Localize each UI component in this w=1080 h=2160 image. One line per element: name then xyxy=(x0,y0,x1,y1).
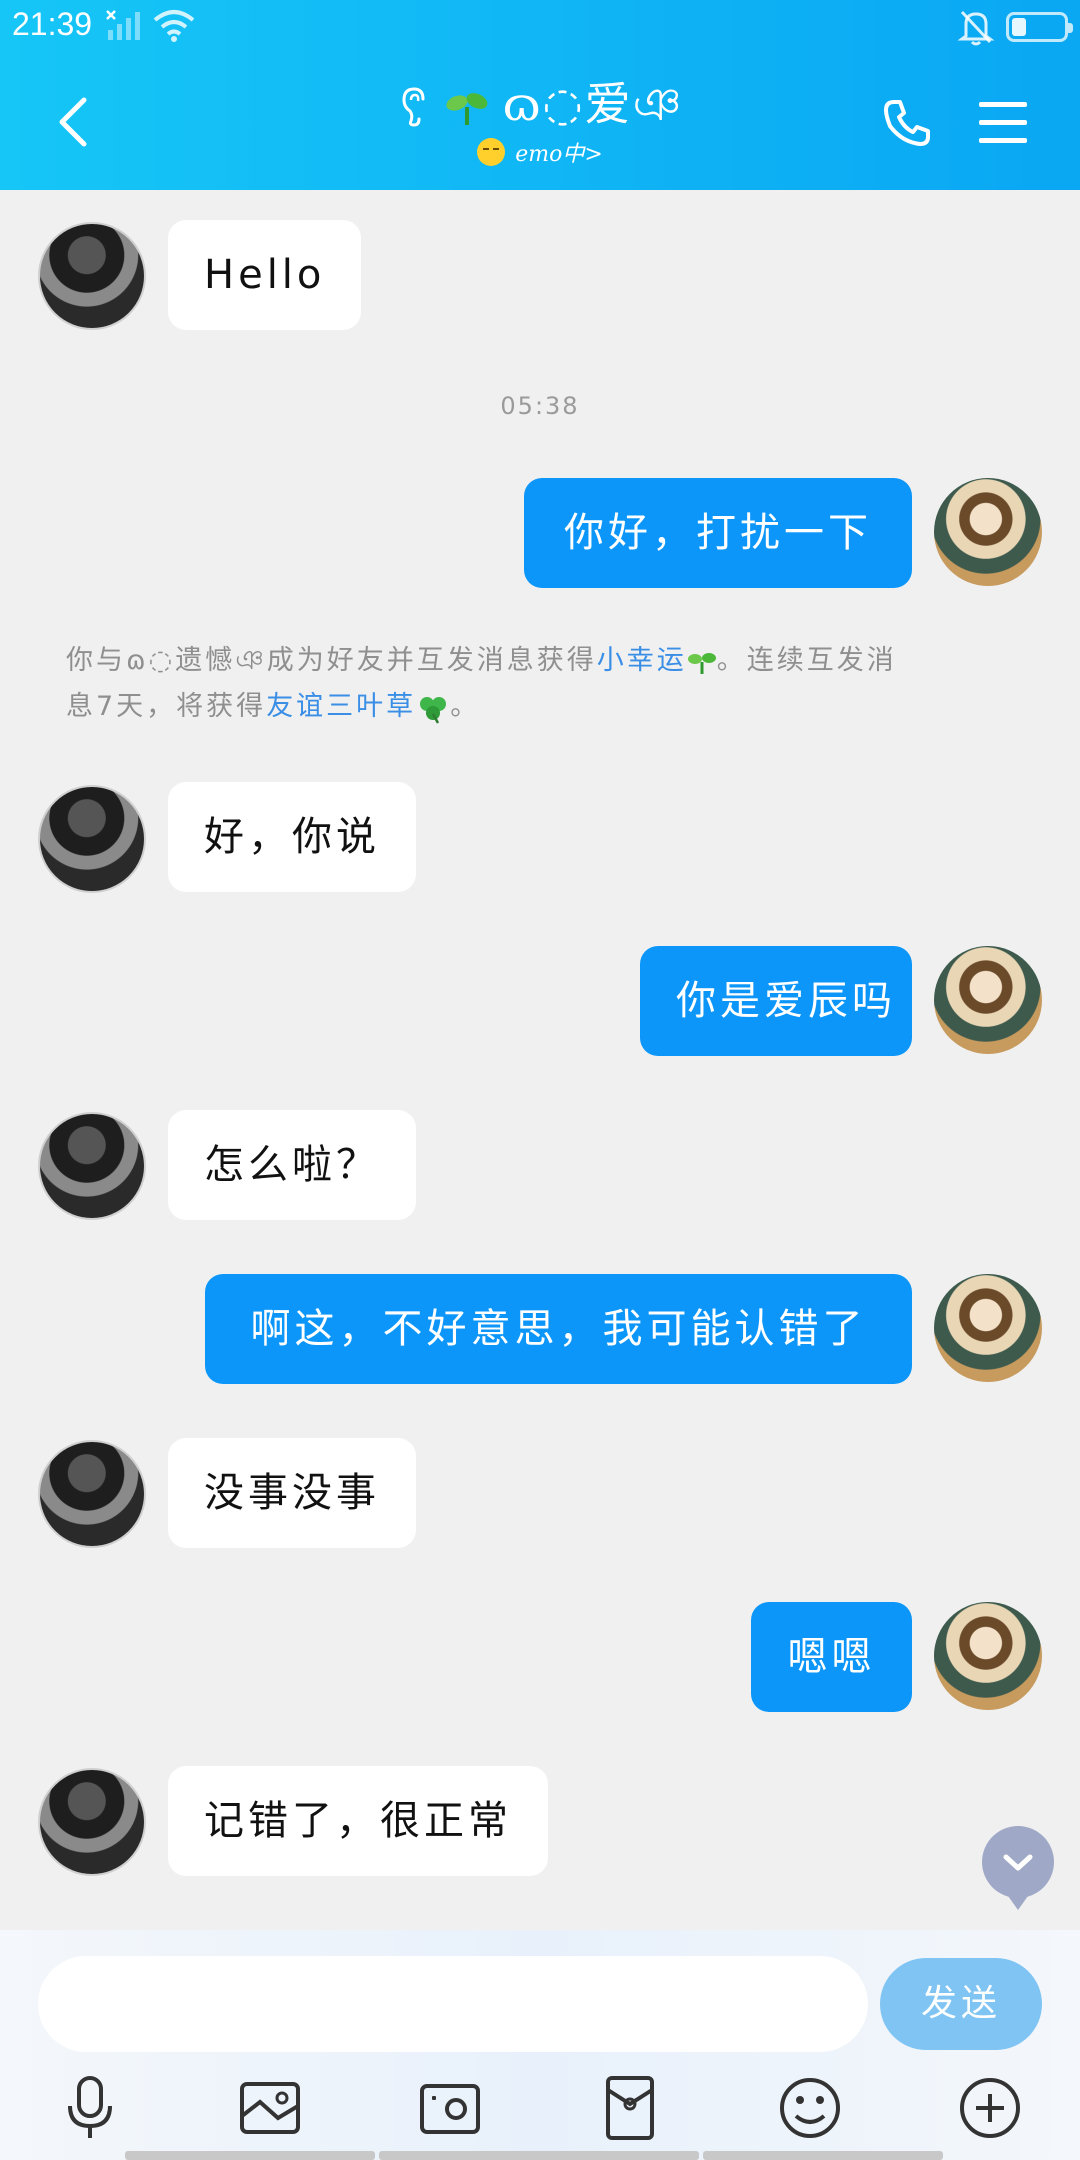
message-timestamp: 05:38 xyxy=(500,392,580,420)
friend-avatar[interactable] xyxy=(38,1440,146,1548)
outgoing-message[interactable]: 嗯嗯 xyxy=(751,1602,912,1712)
clover-link[interactable]: 友谊三叶草 xyxy=(266,691,416,722)
note-text: 成为好友并互发消息获得 xyxy=(266,645,597,676)
red-packet-icon[interactable] xyxy=(594,2072,666,2144)
toolbar-page-indicator xyxy=(125,2151,943,2160)
note-text: 。连续互发消 xyxy=(716,645,897,676)
incoming-message[interactable]: Hello xyxy=(168,220,362,330)
friend-avatar[interactable] xyxy=(38,1768,146,1876)
sprout-icon xyxy=(446,93,488,125)
back-button[interactable] xyxy=(46,92,106,152)
battery-icon xyxy=(1006,12,1073,42)
outgoing-message[interactable]: 你是爱辰吗 xyxy=(640,946,912,1056)
chat-title-area[interactable]: ɷ◌爱ঞ emo中> xyxy=(300,72,780,172)
silent-bell-icon xyxy=(957,10,995,46)
chat-title: ɷ◌爱ঞ xyxy=(502,77,684,131)
phone-call-button[interactable] xyxy=(880,96,934,150)
friend-avatar[interactable] xyxy=(38,1112,146,1220)
note-text: 。 xyxy=(450,691,481,722)
message-list[interactable]: Hello 05:38 你好，打扰一下 你与ɷ◌遗憾ঞ成为好友并互发消息获得小幸… xyxy=(0,190,1080,1930)
menu-button[interactable] xyxy=(976,96,1030,150)
friend-avatar[interactable] xyxy=(38,785,146,893)
friend-avatar[interactable] xyxy=(38,222,146,330)
note-friend-name: ɷ◌遗憾ঞ xyxy=(126,645,267,676)
outgoing-message[interactable]: 你好，打扰一下 xyxy=(524,478,912,588)
image-icon[interactable] xyxy=(234,2072,306,2144)
camera-icon[interactable] xyxy=(414,2072,486,2144)
my-avatar[interactable] xyxy=(934,946,1042,1054)
incoming-message[interactable]: 好，你说 xyxy=(168,782,416,892)
my-avatar[interactable] xyxy=(934,1274,1042,1382)
plus-icon[interactable] xyxy=(954,2072,1026,2144)
friendship-system-note: 你与ɷ◌遗憾ঞ成为好友并互发消息获得小幸运 。连续互发消 息7天，将获得友谊三叶草… xyxy=(66,638,1006,730)
outgoing-message[interactable]: 啊这，不好意思，我可能认错了 xyxy=(205,1274,912,1384)
emoji-icon[interactable] xyxy=(774,2072,846,2144)
sad-face-icon xyxy=(477,138,506,166)
send-button[interactable]: 发送 xyxy=(880,1958,1042,2050)
status-bar: 21:39 xyxy=(0,0,1080,56)
microphone-icon[interactable] xyxy=(54,2072,126,2144)
incoming-message[interactable]: 没事没事 xyxy=(168,1438,416,1548)
message-input[interactable] xyxy=(38,1956,868,2052)
ear-icon xyxy=(402,87,425,127)
incoming-message[interactable]: 怎么啦？ xyxy=(168,1110,416,1220)
chevron-down-icon xyxy=(1003,1854,1033,1871)
signal-icon xyxy=(106,10,140,40)
clover-icon xyxy=(420,696,447,724)
my-avatar[interactable] xyxy=(934,1602,1042,1710)
note-text: 你与 xyxy=(66,645,126,676)
sprout-icon xyxy=(687,652,716,674)
chat-header: 21:39 ɷ◌爱ঞ emo中> xyxy=(0,0,1080,190)
my-avatar[interactable] xyxy=(934,478,1042,586)
lucky-link[interactable]: 小幸运 xyxy=(597,645,687,676)
wifi-icon xyxy=(153,10,195,42)
composer-toolbar xyxy=(0,2072,1080,2152)
note-text: 息7天，将获得 xyxy=(66,691,267,722)
scroll-to-bottom-button[interactable] xyxy=(982,1826,1054,1910)
incoming-message[interactable]: 记错了，很正常 xyxy=(168,1766,548,1876)
composer: 发送 xyxy=(0,1930,1080,2160)
user-status: emo中> xyxy=(515,142,603,167)
status-time: 21:39 xyxy=(12,6,93,42)
